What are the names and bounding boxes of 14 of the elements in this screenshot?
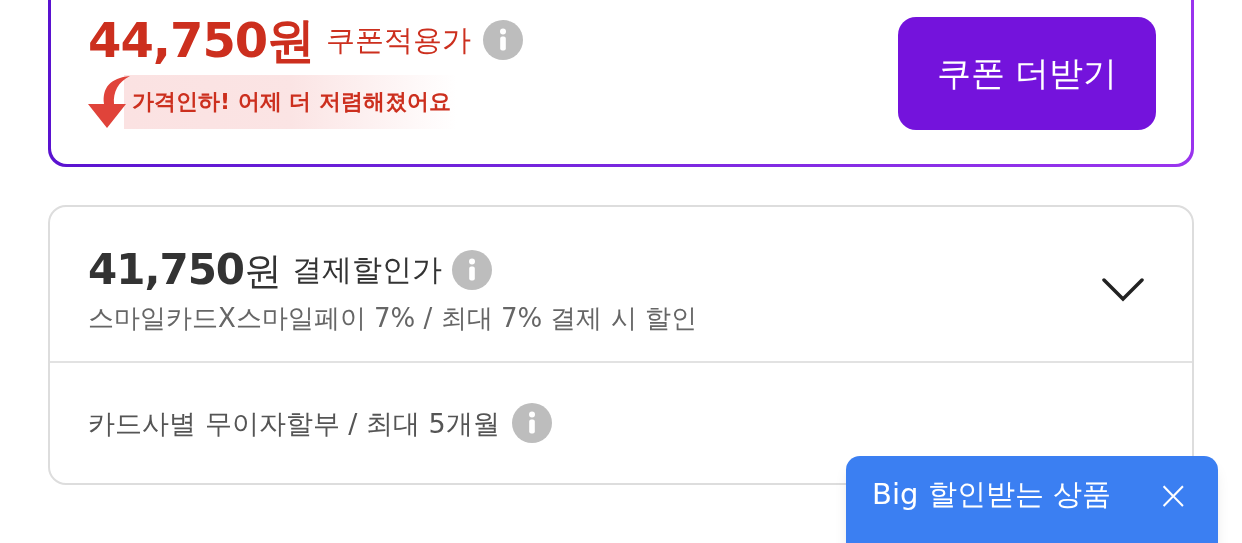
chevron-down-icon[interactable] (1102, 278, 1144, 302)
close-button[interactable]: × (1156, 480, 1190, 510)
info-icon[interactable] (452, 250, 493, 290)
payment-discount-detail: 스마일카드X스마일페이 7% / 최대 7% 결제 시 할인 (88, 305, 697, 331)
payment-price-label: 결제할인가 (292, 255, 443, 285)
coupon-price-label: 쿠폰적용가 (326, 25, 472, 55)
info-icon[interactable] (511, 403, 552, 443)
down-arrow-icon (88, 74, 130, 130)
payment-price: 41,750원 (88, 249, 283, 291)
popup-title: Big 할인받는 상품 (872, 480, 1111, 509)
info-icon[interactable] (483, 20, 524, 60)
get-coupon-button[interactable]: 쿠폰 더받기 (898, 16, 1156, 130)
installment-info: 카드사별 무이자할부 / 최대 5개월 (88, 409, 500, 437)
coupon-price: 44,750원 (88, 16, 315, 64)
